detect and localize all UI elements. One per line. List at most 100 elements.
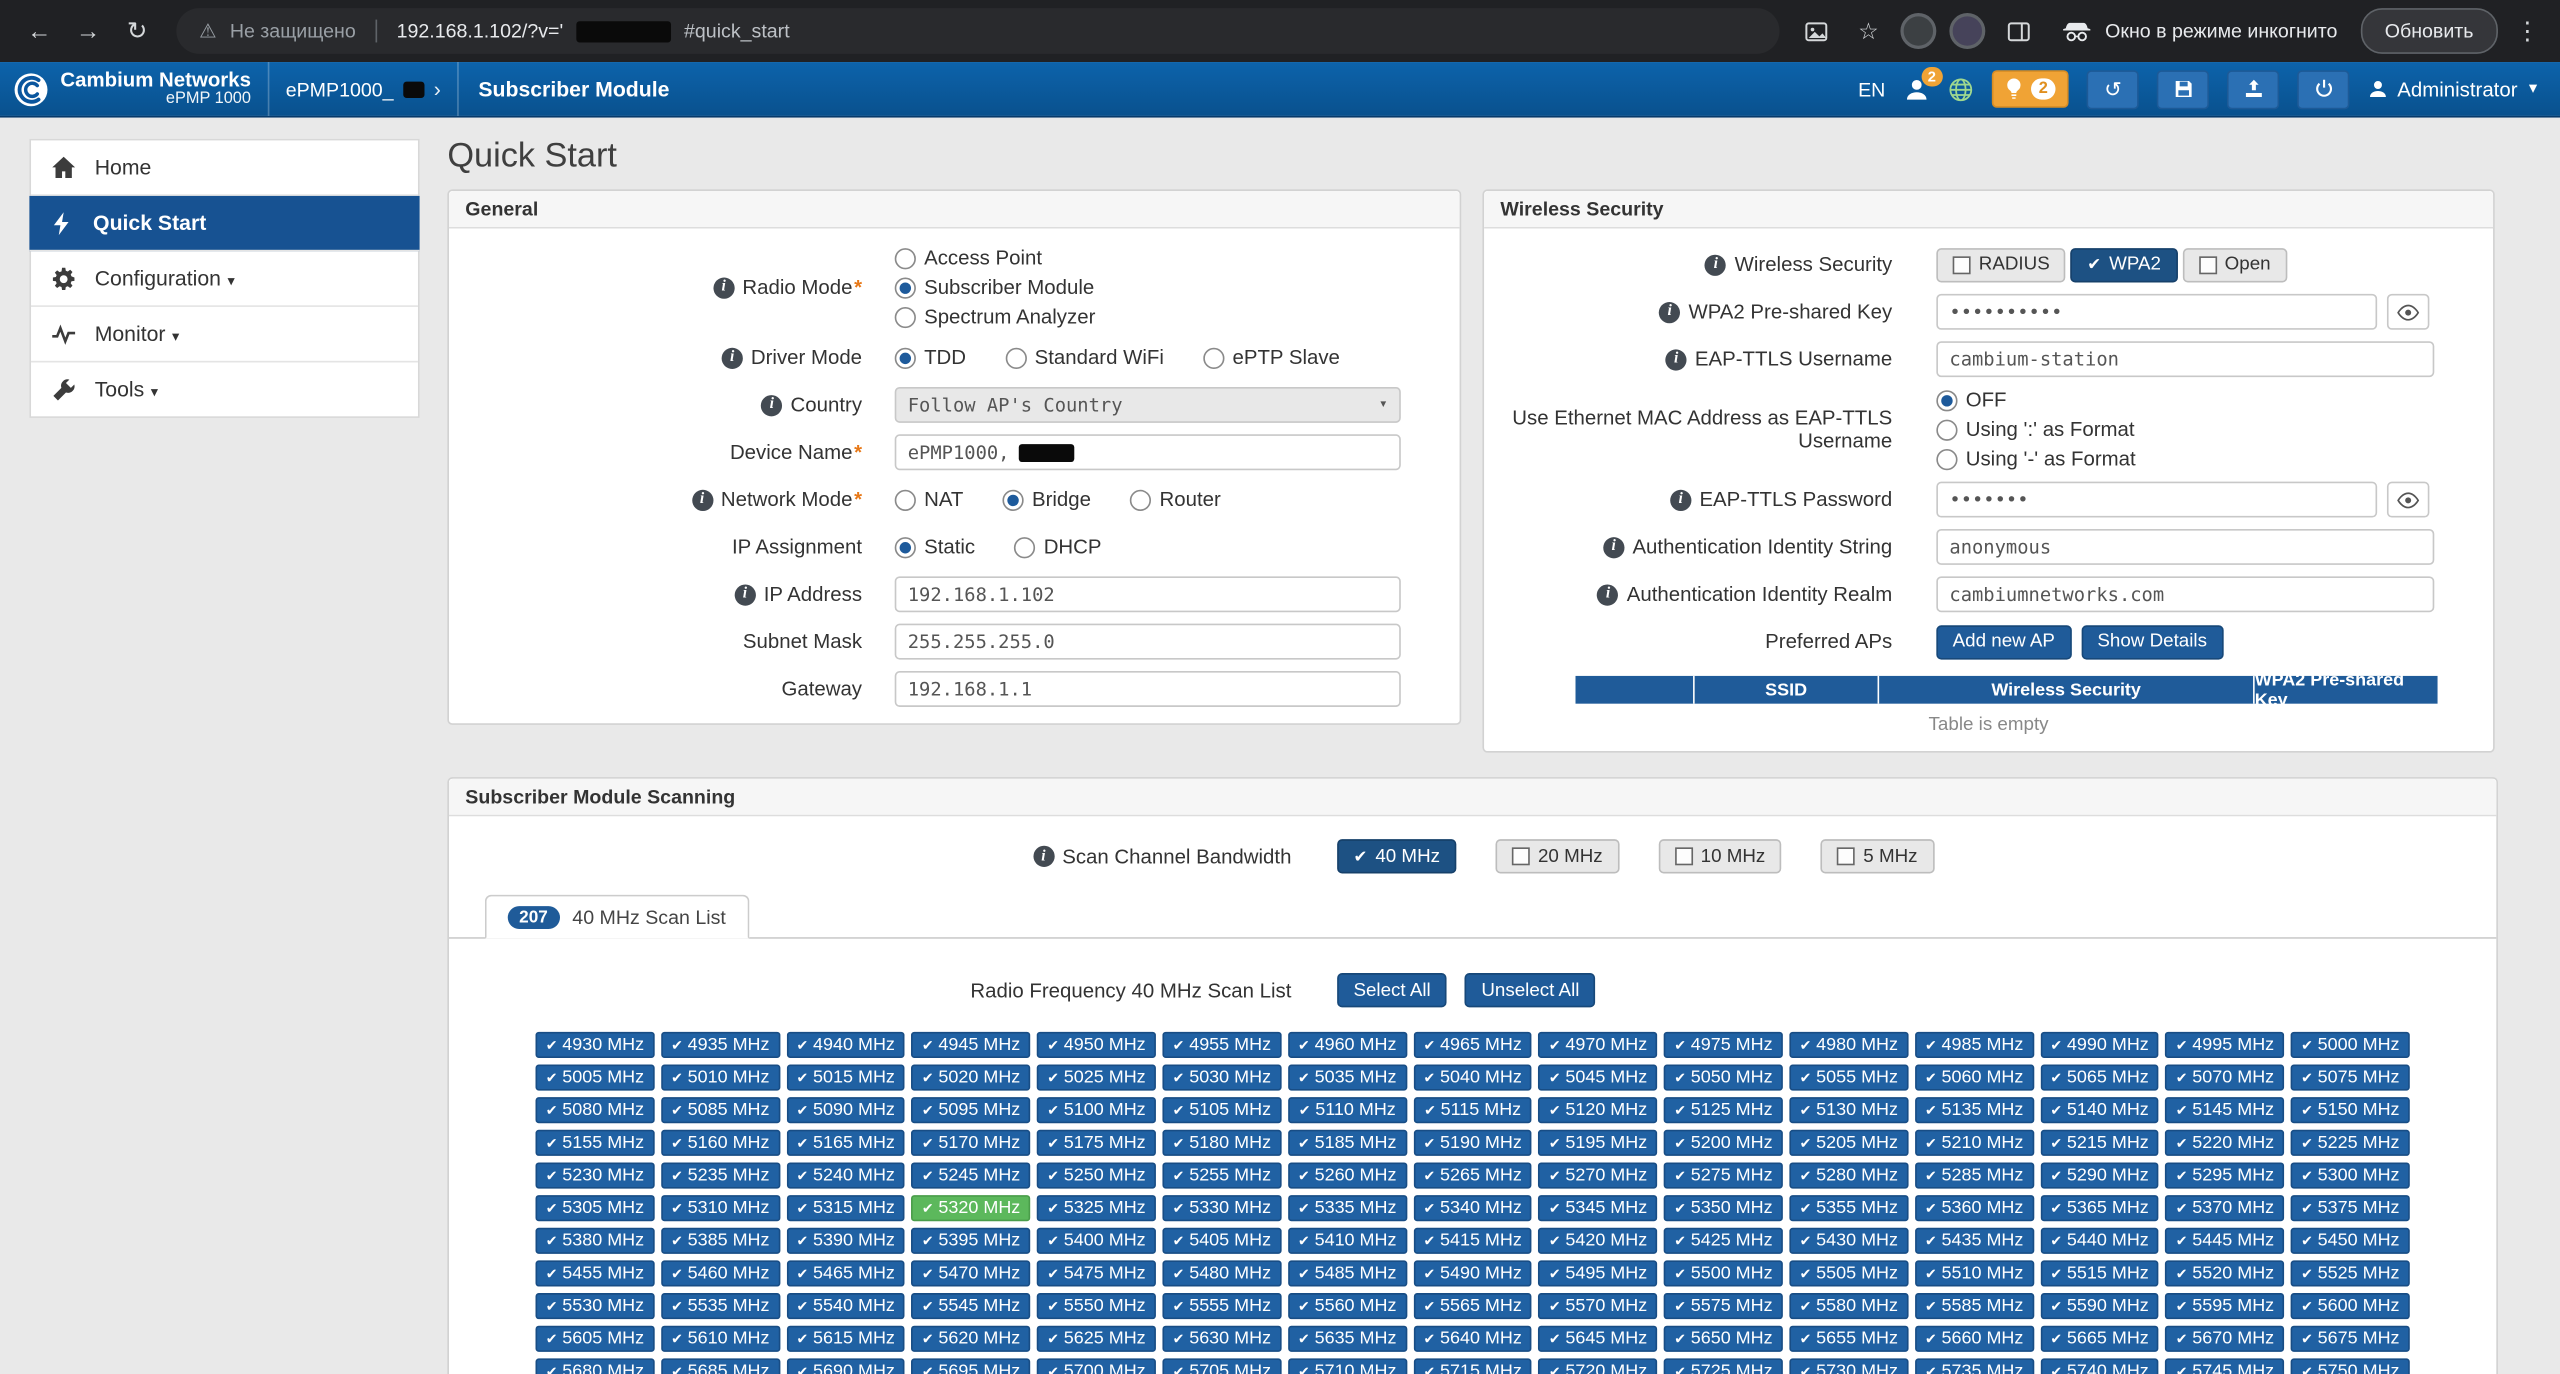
frequency-button[interactable]: 5100 MHz — [1037, 1097, 1156, 1123]
frequency-button[interactable]: 5355 MHz — [1789, 1195, 1908, 1221]
frequency-button[interactable]: 5560 MHz — [1288, 1293, 1407, 1319]
frequency-button[interactable]: 5520 MHz — [2166, 1260, 2285, 1286]
frequency-button[interactable]: 5280 MHz — [1789, 1162, 1908, 1188]
frequency-button[interactable]: 5485 MHz — [1288, 1260, 1407, 1286]
frequency-button[interactable]: 5115 MHz — [1413, 1097, 1532, 1123]
tab-40mhz-scan-list[interactable]: 207 40 MHz Scan List — [485, 895, 749, 939]
save-button[interactable] — [2157, 69, 2209, 108]
frequency-button[interactable]: 5300 MHz — [2291, 1162, 2410, 1188]
frequency-button[interactable]: 5040 MHz — [1413, 1064, 1532, 1090]
frequency-button[interactable]: 5420 MHz — [1539, 1228, 1658, 1254]
security-toggle-wpa2[interactable]: WPA2 — [2071, 247, 2177, 281]
driver-mode-eptp-slave[interactable]: ePTP Slave — [1203, 346, 1340, 369]
frequency-button[interactable]: 5365 MHz — [2040, 1195, 2159, 1221]
frequency-button[interactable]: 5605 MHz — [536, 1326, 655, 1352]
frequency-button[interactable]: 5735 MHz — [1915, 1358, 2034, 1374]
frequency-button[interactable]: 5135 MHz — [1915, 1097, 2034, 1123]
globe-icon[interactable] — [1947, 76, 1973, 102]
address-bar[interactable]: ⚠ Не защищено 192.168.1.102/?v=' #quick_… — [176, 8, 1780, 54]
frequency-button[interactable]: 5225 MHz — [2291, 1130, 2410, 1156]
sidebar-item-tools[interactable]: Tools — [31, 362, 418, 416]
frequency-button[interactable]: 5390 MHz — [786, 1228, 905, 1254]
frequency-button[interactable]: 5585 MHz — [1915, 1293, 2034, 1319]
bandwidth-toggle-20mhz[interactable]: 20 MHz — [1496, 839, 1619, 873]
frequency-button[interactable]: 5015 MHz — [786, 1064, 905, 1090]
frequency-button[interactable]: 5235 MHz — [661, 1162, 780, 1188]
frequency-button[interactable]: 5125 MHz — [1664, 1097, 1783, 1123]
show-password-button[interactable] — [2387, 482, 2429, 518]
frequency-button[interactable]: 5350 MHz — [1664, 1195, 1783, 1221]
frequency-button[interactable]: 4935 MHz — [661, 1032, 780, 1058]
radio-mode-subscriber-module[interactable]: Subscriber Module — [895, 276, 1095, 299]
frequency-button[interactable]: 5460 MHz — [661, 1260, 780, 1286]
frequency-button[interactable]: 5020 MHz — [912, 1064, 1031, 1090]
frequency-button[interactable]: 5005 MHz — [536, 1064, 655, 1090]
bookmark-star-icon[interactable]: ☆ — [1849, 11, 1888, 50]
frequency-button[interactable]: 5310 MHz — [661, 1195, 780, 1221]
add-new-ap-button[interactable]: Add new AP — [1936, 624, 2071, 658]
frequency-button[interactable]: 5430 MHz — [1789, 1228, 1908, 1254]
sidebar-item-quick-start[interactable]: Quick Start — [29, 196, 419, 252]
frequency-button[interactable]: 5265 MHz — [1413, 1162, 1532, 1188]
frequency-button[interactable]: 5580 MHz — [1789, 1293, 1908, 1319]
frequency-button[interactable]: 5295 MHz — [2166, 1162, 2285, 1188]
media-icon[interactable] — [1797, 11, 1836, 50]
unselect-all-button[interactable]: Unselect All — [1465, 973, 1596, 1007]
frequency-button[interactable]: 5155 MHz — [536, 1130, 655, 1156]
frequency-button[interactable]: 5575 MHz — [1664, 1293, 1783, 1319]
frequency-button[interactable]: 4990 MHz — [2040, 1032, 2159, 1058]
frequency-button[interactable]: 5200 MHz — [1664, 1130, 1783, 1156]
sidebar-item-monitor[interactable]: Monitor — [31, 307, 418, 363]
gateway-field[interactable] — [895, 671, 1401, 707]
frequency-button[interactable]: 5715 MHz — [1413, 1358, 1532, 1374]
frequency-button[interactable]: 5170 MHz — [912, 1130, 1031, 1156]
frequency-button[interactable]: 5635 MHz — [1288, 1326, 1407, 1352]
ip-assignment-dhcp[interactable]: DHCP — [1014, 536, 1101, 559]
frequency-button[interactable]: 5060 MHz — [1915, 1064, 2034, 1090]
bandwidth-toggle-5mhz[interactable]: 5 MHz — [1821, 839, 1934, 873]
frequency-button[interactable]: 5190 MHz — [1413, 1130, 1532, 1156]
frequency-button[interactable]: 5385 MHz — [661, 1228, 780, 1254]
forward-icon[interactable]: → — [65, 8, 111, 54]
bandwidth-toggle-10mhz[interactable]: 10 MHz — [1658, 839, 1781, 873]
frequency-button[interactable]: 5540 MHz — [786, 1293, 905, 1319]
frequency-button[interactable]: 5480 MHz — [1162, 1260, 1281, 1286]
browser-refresh-button[interactable]: Обновить — [2360, 8, 2498, 54]
eap-ttls-username-field[interactable] — [1936, 341, 2434, 377]
frequency-button[interactable]: 5110 MHz — [1288, 1097, 1407, 1123]
frequency-button[interactable]: 5465 MHz — [786, 1260, 905, 1286]
network-mode-router[interactable]: Router — [1130, 488, 1221, 511]
info-icon[interactable] — [722, 347, 743, 368]
driver-mode-tdd[interactable]: TDD — [895, 346, 966, 369]
frequency-button[interactable]: 5330 MHz — [1162, 1195, 1281, 1221]
security-toggle-open[interactable]: Open — [2182, 247, 2287, 281]
info-icon[interactable] — [713, 277, 734, 298]
frequency-button[interactable]: 5105 MHz — [1162, 1097, 1281, 1123]
frequency-button[interactable]: 5435 MHz — [1915, 1228, 2034, 1254]
frequency-button[interactable]: 5670 MHz — [2166, 1326, 2285, 1352]
frequency-button[interactable]: 5570 MHz — [1539, 1293, 1658, 1319]
frequency-button[interactable]: 5090 MHz — [786, 1097, 905, 1123]
frequency-button[interactable]: 5095 MHz — [912, 1097, 1031, 1123]
frequency-button[interactable]: 5395 MHz — [912, 1228, 1031, 1254]
frequency-button[interactable]: 4945 MHz — [912, 1032, 1031, 1058]
frequency-button[interactable]: 5730 MHz — [1789, 1358, 1908, 1374]
frequency-button[interactable]: 5675 MHz — [2291, 1326, 2410, 1352]
frequency-button[interactable]: 5680 MHz — [536, 1358, 655, 1374]
frequency-button[interactable]: 5685 MHz — [661, 1358, 780, 1374]
frequency-button[interactable]: 5205 MHz — [1789, 1130, 1908, 1156]
frequency-button[interactable]: 5415 MHz — [1413, 1228, 1532, 1254]
frequency-button[interactable]: 5315 MHz — [786, 1195, 905, 1221]
info-icon[interactable] — [734, 584, 755, 605]
frequency-button[interactable]: 5620 MHz — [912, 1326, 1031, 1352]
info-icon[interactable] — [1670, 489, 1691, 510]
info-icon[interactable] — [1033, 846, 1054, 867]
frequency-button[interactable]: 5610 MHz — [661, 1326, 780, 1352]
frequency-button[interactable]: 5590 MHz — [2040, 1293, 2159, 1319]
frequency-button[interactable]: 5340 MHz — [1413, 1195, 1532, 1221]
info-icon[interactable] — [761, 394, 782, 415]
mac-format-off[interactable]: OFF — [1936, 389, 2006, 412]
frequency-button[interactable]: 5555 MHz — [1162, 1293, 1281, 1319]
frequency-button[interactable]: 5195 MHz — [1539, 1130, 1658, 1156]
frequency-button[interactable]: 5025 MHz — [1037, 1064, 1156, 1090]
